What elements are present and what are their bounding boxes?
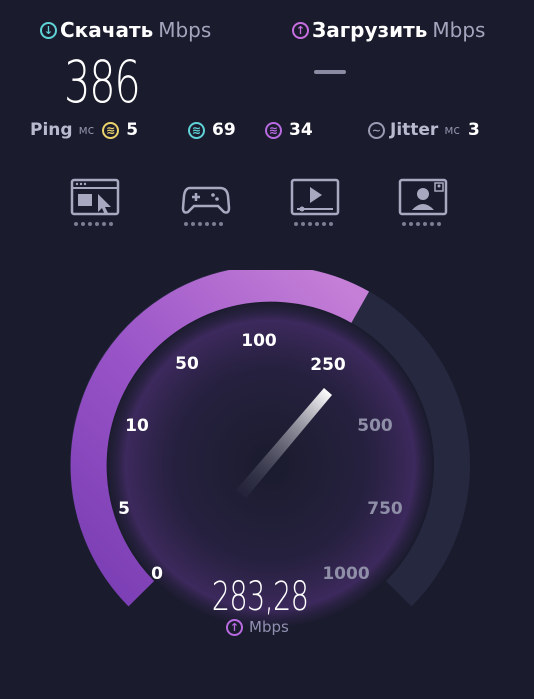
video-call-icon[interactable] bbox=[398, 178, 450, 218]
upload-ping-icon: ≋ bbox=[265, 121, 282, 139]
gauge-tick: 100 bbox=[241, 331, 277, 351]
gaming-icon[interactable] bbox=[180, 178, 232, 218]
current-speed-value: 283,28 bbox=[211, 574, 309, 620]
browsing-icon[interactable] bbox=[70, 178, 122, 218]
upload-speed-placeholder bbox=[314, 70, 346, 74]
idle-ping-icon: ≋ bbox=[102, 121, 120, 139]
upload-arrow-icon: ↑ bbox=[292, 21, 309, 39]
gauge-tick: 50 bbox=[175, 354, 199, 374]
jitter-label: Jitter bbox=[390, 120, 439, 140]
jitter-icon: ∼ bbox=[368, 121, 385, 139]
video-icon[interactable] bbox=[290, 178, 342, 218]
gauge-tick: 10 bbox=[125, 416, 149, 436]
download-arrow-icon: ↓ bbox=[40, 21, 57, 39]
current-speed-unit: Mbps bbox=[249, 618, 289, 636]
download-ping-stat: ≋ 69 bbox=[188, 120, 236, 140]
jitter-stat: ∼ Jitter мс 3 bbox=[368, 120, 480, 140]
jitter-unit: мс bbox=[444, 123, 460, 137]
gauge-tick: 750 bbox=[367, 499, 403, 519]
download-header: ↓ Скачать Mbps bbox=[40, 18, 211, 42]
gauge-tick: 500 bbox=[357, 416, 393, 436]
video-call-rating-dots bbox=[402, 222, 441, 226]
upload-arrow-icon: ↑ bbox=[226, 618, 243, 636]
browsing-rating-dots bbox=[74, 222, 113, 226]
gauge-tick: 5 bbox=[118, 499, 130, 519]
upload-label: Загрузить bbox=[312, 18, 428, 42]
download-ping-value: 69 bbox=[212, 120, 236, 140]
video-rating-dots bbox=[294, 222, 333, 226]
download-speed-value: 386 bbox=[64, 48, 141, 116]
gauge-tick: 0 bbox=[151, 564, 163, 584]
current-speed-unit-row: ↑ Mbps bbox=[226, 618, 289, 636]
upload-ping-stat: ≋ 34 bbox=[265, 120, 313, 140]
gaming-rating-dots bbox=[184, 222, 223, 226]
upload-header: ↑ Загрузить Mbps bbox=[292, 18, 485, 42]
upload-unit: Mbps bbox=[432, 18, 486, 42]
jitter-value: 3 bbox=[467, 120, 480, 140]
upload-ping-value: 34 bbox=[289, 120, 313, 140]
ping-unit: мс bbox=[78, 123, 95, 137]
ping-label: Ping bbox=[30, 120, 73, 140]
download-unit: Mbps bbox=[158, 18, 212, 42]
download-ping-icon: ≋ bbox=[188, 121, 205, 139]
gauge-tick: 1000 bbox=[322, 564, 370, 584]
gauge-tick: 250 bbox=[310, 355, 346, 375]
ping-value: 5 bbox=[126, 120, 139, 140]
download-label: Скачать bbox=[60, 18, 154, 42]
ping-stat: Ping мс ≋ 5 bbox=[30, 120, 138, 140]
